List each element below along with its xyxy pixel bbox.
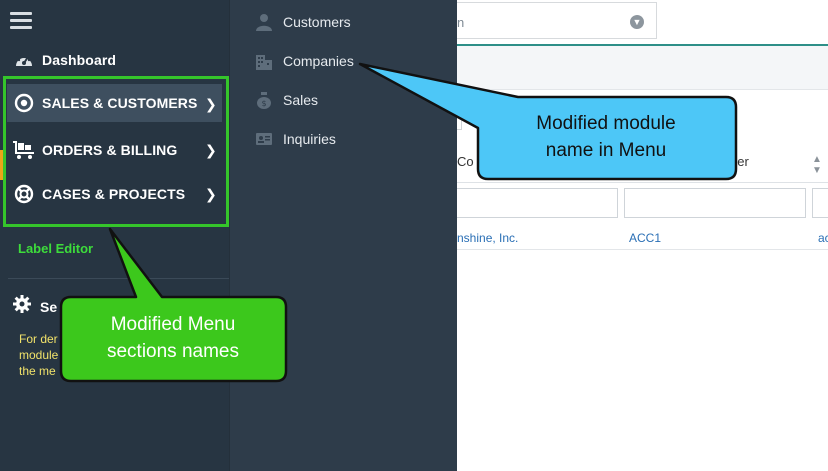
- callout-line: name in Menu: [545, 140, 667, 161]
- gear-icon: [12, 294, 32, 319]
- building-icon: [254, 52, 274, 70]
- callout-line: Modified module: [536, 113, 676, 134]
- submenu-item-customers[interactable]: Customers: [230, 4, 458, 40]
- filter-input-extra[interactable]: [812, 188, 828, 218]
- chevron-right-icon: ❯: [205, 142, 217, 158]
- submenu-item-sales[interactable]: $ Sales: [230, 82, 458, 118]
- chevron-right-icon: ❯: [205, 96, 217, 112]
- sidebar-item-dashboard[interactable]: Dashboard: [0, 40, 229, 80]
- account-number-link[interactable]: ACC1: [629, 231, 661, 245]
- column-header-company[interactable]: Co: [457, 154, 474, 169]
- sidebar-divider: [8, 278, 229, 279]
- sidebar-item-settings[interactable]: Se: [12, 294, 57, 319]
- sidebar-item-label: Dashboard: [42, 52, 117, 68]
- chevron-right-icon: ❯: [205, 186, 217, 202]
- submenu-item-label: Customers: [283, 14, 351, 30]
- sidebar-item-label: Se: [40, 298, 58, 315]
- callout-line: sections names: [106, 341, 239, 362]
- submenu-item-label: Sales: [283, 92, 319, 108]
- person-icon: [254, 13, 274, 31]
- sidebar-section-label: CASES & PROJECTS: [42, 186, 186, 202]
- filter-input-number[interactable]: [624, 188, 806, 218]
- speedometer-icon: [12, 51, 36, 69]
- money-bag-icon: $: [254, 91, 274, 109]
- callout-module-name: Modified module name in Menu: [481, 110, 731, 164]
- filter-input-company[interactable]: [457, 188, 618, 218]
- hamburger-menu-icon[interactable]: [10, 12, 32, 30]
- row-extra-link[interactable]: ac: [818, 231, 828, 245]
- table-row: nshine, Inc. ACC1 ac: [457, 225, 828, 250]
- column-header-number[interactable]: ber: [730, 154, 749, 169]
- submenu-item-inquiries[interactable]: Inquiries: [230, 121, 458, 157]
- target-icon: [12, 93, 36, 113]
- toolbar-band: [457, 46, 828, 90]
- chevron-down-icon[interactable]: ▼: [630, 15, 644, 29]
- submenu-item-label: Inquiries: [283, 131, 336, 147]
- submenu-item-label: Companies: [283, 53, 354, 69]
- lifebuoy-icon: [12, 184, 36, 204]
- cart-icon: [12, 140, 36, 160]
- sidebar-section-label: ORDERS & BILLING: [42, 142, 178, 158]
- main-content: n ▼ Co ber ▲ ▼ nshine, Inc. ACC1 ac: [457, 0, 828, 471]
- sidebar-section-cases[interactable]: CASES & PROJECTS ❯: [0, 174, 229, 214]
- submenu-panel: Customers Companies $ Sales Inquiries: [229, 0, 457, 471]
- sort-icon[interactable]: ▲ ▼: [812, 154, 822, 176]
- sidebar: Dashboard SALES & CUSTOMERS ❯ ORDERS & B…: [0, 0, 229, 471]
- label-editor-link[interactable]: Label Editor: [18, 241, 93, 256]
- callout-section-names: Modified Menu sections names: [62, 311, 284, 365]
- sidebar-section-orders[interactable]: ORDERS & BILLING ❯: [0, 130, 229, 170]
- sidebar-section-label: SALES & CUSTOMERS: [42, 95, 198, 111]
- sidebar-section-sales[interactable]: SALES & CUSTOMERS ❯: [7, 84, 222, 122]
- search-select-value: n: [457, 15, 465, 30]
- help-note-line: the me: [19, 364, 56, 378]
- svg-text:$: $: [261, 99, 266, 108]
- id-card-icon: [254, 131, 274, 147]
- callout-line: Modified Menu: [110, 314, 236, 335]
- submenu-item-companies[interactable]: Companies: [230, 43, 458, 79]
- company-link[interactable]: nshine, Inc.: [457, 231, 518, 245]
- search-select[interactable]: n ▼: [457, 2, 657, 39]
